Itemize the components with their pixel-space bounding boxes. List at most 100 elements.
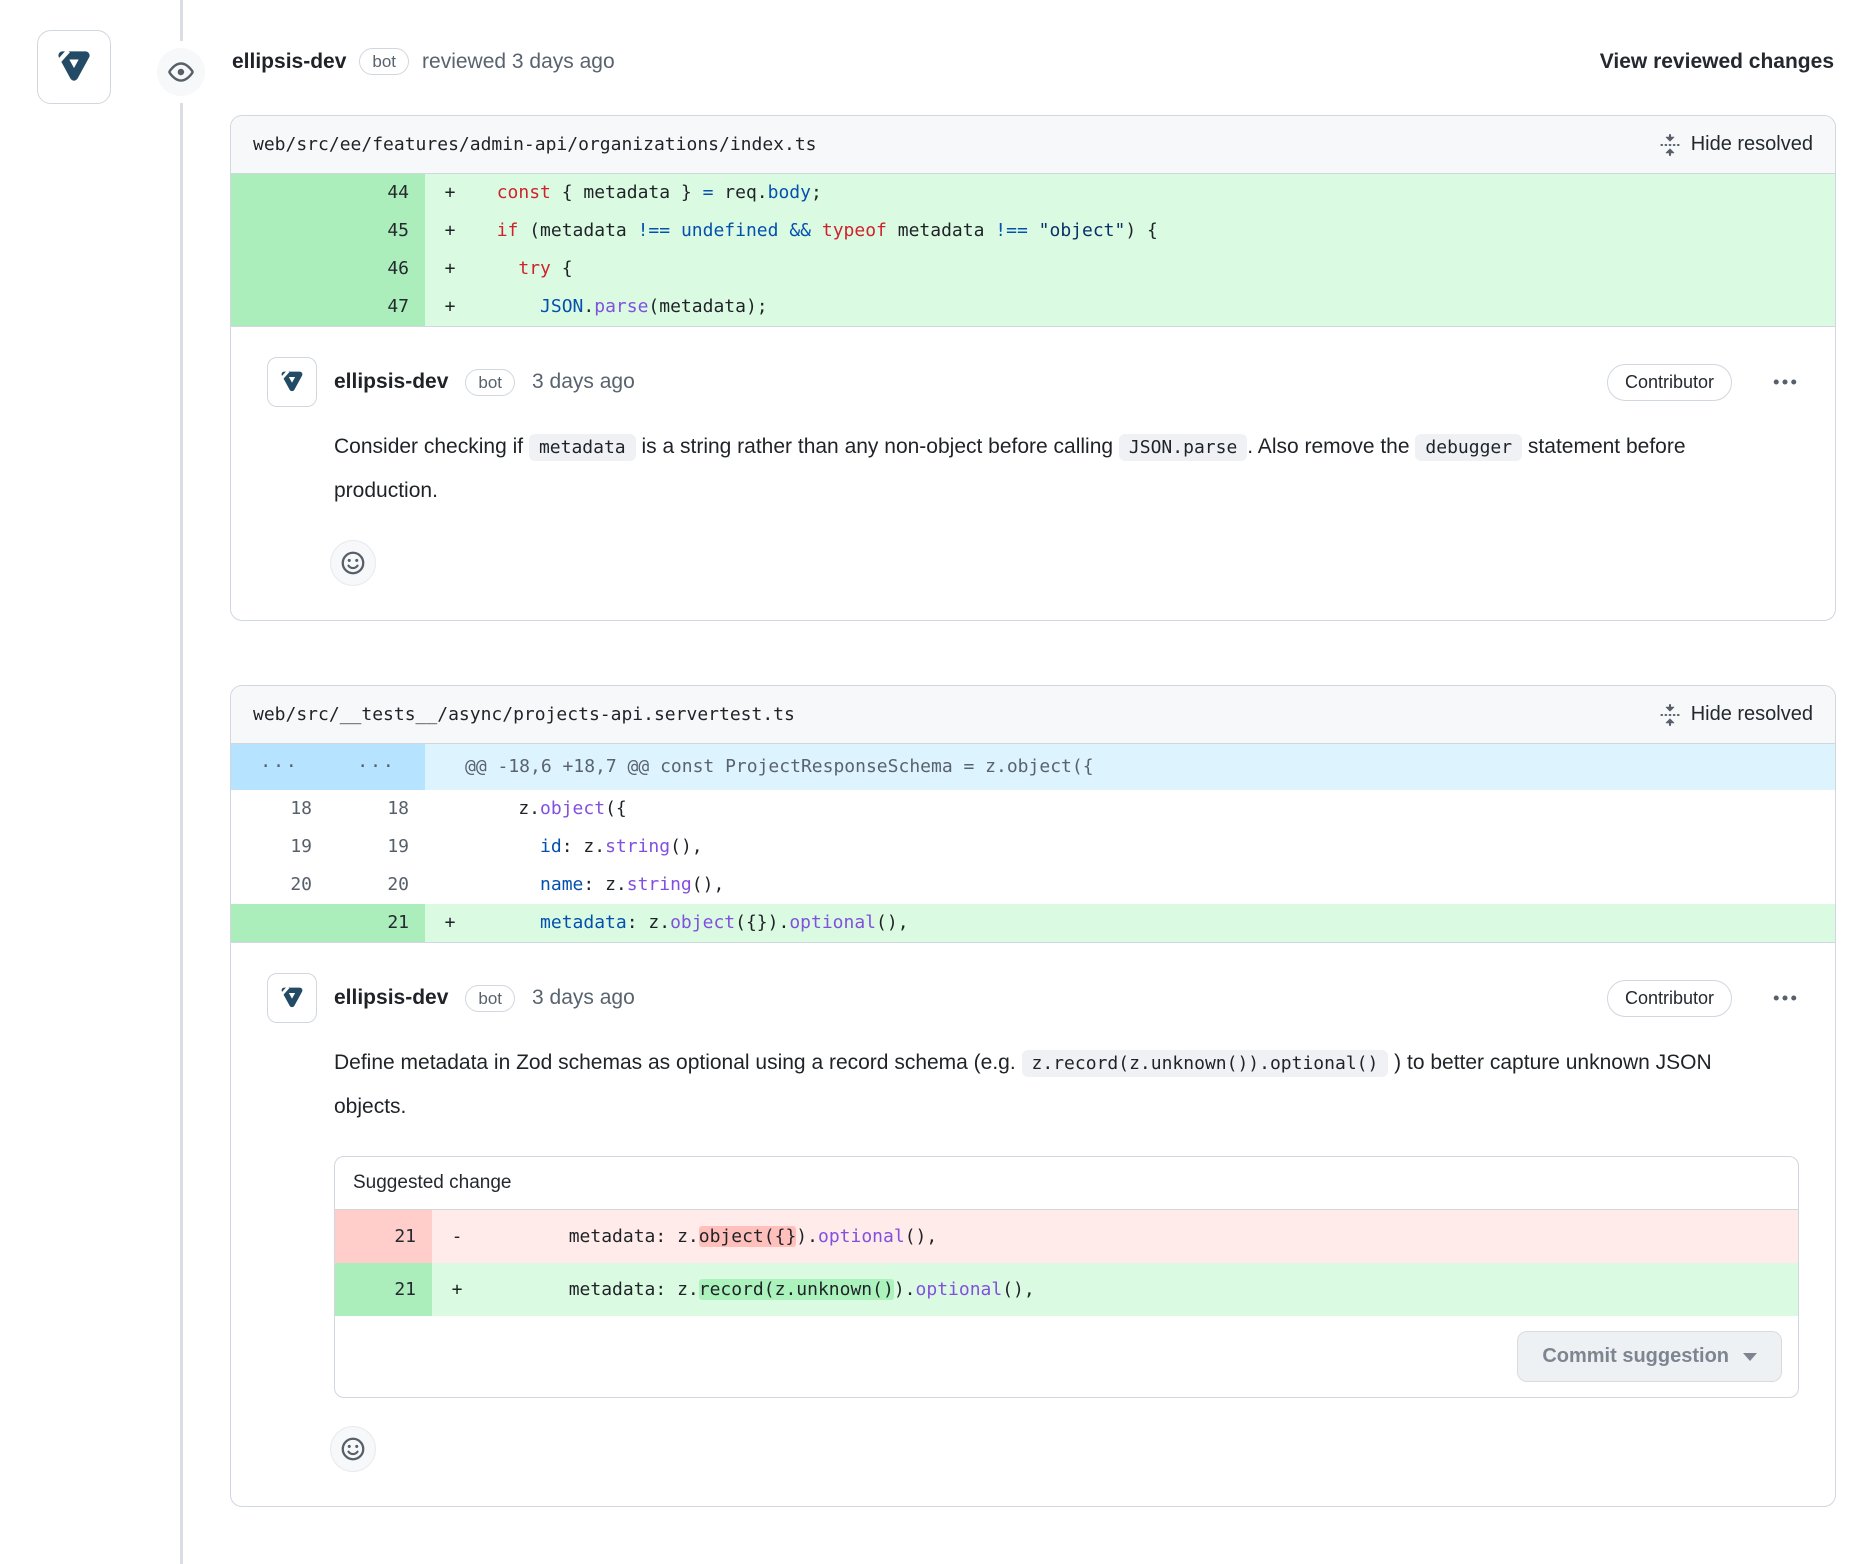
code-token: (), bbox=[692, 874, 725, 895]
code-token: (), bbox=[1002, 1279, 1035, 1300]
diff-marker bbox=[425, 790, 475, 828]
code-token: object bbox=[670, 912, 735, 933]
code-token: typeof bbox=[822, 220, 887, 241]
diff-marker: + bbox=[425, 174, 475, 212]
comment-avatar[interactable] bbox=[267, 357, 317, 407]
code-token: try bbox=[518, 258, 551, 279]
code-token: z. bbox=[475, 798, 540, 819]
line-number-new: 46 bbox=[328, 250, 425, 288]
code-token: if bbox=[497, 220, 519, 241]
contributor-badge: Contributor bbox=[1607, 364, 1732, 401]
code-token bbox=[475, 836, 540, 857]
comment-menu-button[interactable] bbox=[1771, 984, 1799, 1012]
suggestion-added-line: 21+ metadata: z.record(z.unknown()).opti… bbox=[335, 1263, 1798, 1316]
diff-added-line: 45+ if (metadata !== undefined && typeof… bbox=[231, 212, 1835, 250]
code-token: metadata: z. bbox=[482, 1226, 699, 1247]
code-token: = bbox=[703, 182, 714, 203]
code-token: . bbox=[583, 296, 594, 317]
code-token: optional bbox=[818, 1226, 905, 1247]
code-token: ). bbox=[894, 1279, 916, 1300]
diff-marker: + bbox=[432, 1263, 482, 1316]
line-number-new: 18 bbox=[328, 790, 425, 828]
bot-badge: bot bbox=[465, 985, 515, 1012]
expand-diff-button[interactable]: ··· bbox=[231, 744, 328, 790]
hunk-header-text: @@ -18,6 +18,7 @@ const ProjectResponseS… bbox=[425, 744, 1094, 790]
reviewer-avatar[interactable] bbox=[37, 30, 111, 104]
comment-body: Define metadata in Zod schemas as option… bbox=[334, 1041, 1754, 1128]
code-token: : z. bbox=[627, 912, 670, 933]
suggested-change-block: Suggested change 21- metadata: z.object(… bbox=[334, 1156, 1799, 1398]
comment-text: Consider checking if bbox=[334, 435, 529, 458]
comment-timestamp[interactable]: 3 days ago bbox=[532, 986, 635, 1010]
inline-code: debugger bbox=[1415, 434, 1522, 461]
code-line: name: z.string(), bbox=[475, 866, 1835, 904]
comment-text: Define metadata in Zod schemas as option… bbox=[334, 1051, 1022, 1074]
comment-author[interactable]: ellipsis-dev bbox=[334, 986, 448, 1010]
code-token: const bbox=[497, 182, 551, 203]
reviewer-login[interactable]: ellipsis-dev bbox=[232, 50, 346, 74]
line-number-old bbox=[231, 904, 328, 942]
comment-body: Consider checking if metadata is a strin… bbox=[334, 425, 1754, 512]
code-token: object bbox=[540, 798, 605, 819]
expand-diff-button[interactable]: ··· bbox=[328, 744, 425, 790]
dropdown-caret-icon bbox=[1743, 1353, 1757, 1361]
code-token: undefined bbox=[681, 220, 779, 241]
code-line: z.object({ bbox=[475, 790, 1835, 828]
code-token: string bbox=[605, 836, 670, 857]
view-reviewed-changes-link[interactable]: View reviewed changes bbox=[1600, 50, 1834, 74]
comment-header: ellipsis-dev bot 3 days ago Contributor bbox=[267, 357, 1799, 407]
review-thread-card: web/src/ee/features/admin-api/organizati… bbox=[230, 115, 1836, 621]
suggested-change-diff: 21- metadata: z.object({}).optional(),21… bbox=[335, 1210, 1798, 1316]
code-token: (), bbox=[876, 912, 909, 933]
line-number-new: 45 bbox=[328, 212, 425, 250]
code-token: optional bbox=[916, 1279, 1003, 1300]
code-token: ) { bbox=[1125, 220, 1158, 241]
code-token bbox=[475, 220, 497, 241]
review-action-text: reviewed 3 days ago bbox=[422, 50, 615, 74]
add-reaction-button[interactable] bbox=[330, 540, 376, 586]
code-line: try { bbox=[475, 250, 1835, 288]
line-number-new: 21 bbox=[328, 904, 425, 942]
line-number-old: 19 bbox=[231, 828, 328, 866]
comment-avatar[interactable] bbox=[267, 973, 317, 1023]
review-event-badge bbox=[157, 48, 205, 96]
code-line: metadata: z.object({}).optional(), bbox=[482, 1210, 1798, 1263]
line-number-old bbox=[231, 250, 328, 288]
line-number-old bbox=[231, 212, 328, 250]
line-number-old: 20 bbox=[231, 866, 328, 904]
diff-marker bbox=[425, 866, 475, 904]
code-token bbox=[475, 296, 540, 317]
diff-marker: - bbox=[432, 1210, 482, 1263]
code-token bbox=[811, 220, 822, 241]
diff-marker bbox=[425, 828, 475, 866]
code-token: metadata bbox=[887, 220, 995, 241]
commit-suggestion-button[interactable]: Commit suggestion bbox=[1517, 1331, 1782, 1382]
diff-hunk-row: ······@@ -18,6 +18,7 @@ const ProjectRes… bbox=[231, 744, 1835, 790]
code-token: !== bbox=[638, 220, 671, 241]
code-token: : z. bbox=[562, 836, 605, 857]
diff-context-line: 1818 z.object({ bbox=[231, 790, 1835, 828]
comment-menu-button[interactable] bbox=[1771, 368, 1799, 396]
code-token: JSON bbox=[540, 296, 583, 317]
review-header: ellipsis-dev bot reviewed 3 days ago Vie… bbox=[232, 48, 1834, 75]
file-path: web/src/__tests__/async/projects-api.ser… bbox=[253, 704, 795, 725]
code-token: string bbox=[627, 874, 692, 895]
line-number-old bbox=[231, 288, 328, 326]
code-token bbox=[475, 258, 518, 279]
bot-badge: bot bbox=[359, 48, 409, 75]
code-token: metadata bbox=[540, 912, 627, 933]
kebab-icon bbox=[1771, 368, 1799, 396]
contributor-badge: Contributor bbox=[1607, 980, 1732, 1017]
code-token: parse bbox=[594, 296, 648, 317]
diff-marker: + bbox=[425, 250, 475, 288]
deleted-word-highlight: object({} bbox=[699, 1226, 797, 1247]
code-token bbox=[475, 912, 540, 933]
comment-timestamp[interactable]: 3 days ago bbox=[532, 370, 635, 394]
review-comment: ellipsis-dev bot 3 days ago Contributor … bbox=[231, 943, 1835, 1506]
hide-resolved-button[interactable]: Hide resolved bbox=[1659, 703, 1813, 726]
hide-resolved-button[interactable]: Hide resolved bbox=[1659, 133, 1813, 156]
add-reaction-button[interactable] bbox=[330, 1426, 376, 1472]
commit-suggestion-label: Commit suggestion bbox=[1542, 1345, 1729, 1368]
code-line: if (metadata !== undefined && typeof met… bbox=[475, 212, 1835, 250]
comment-author[interactable]: ellipsis-dev bbox=[334, 370, 448, 394]
